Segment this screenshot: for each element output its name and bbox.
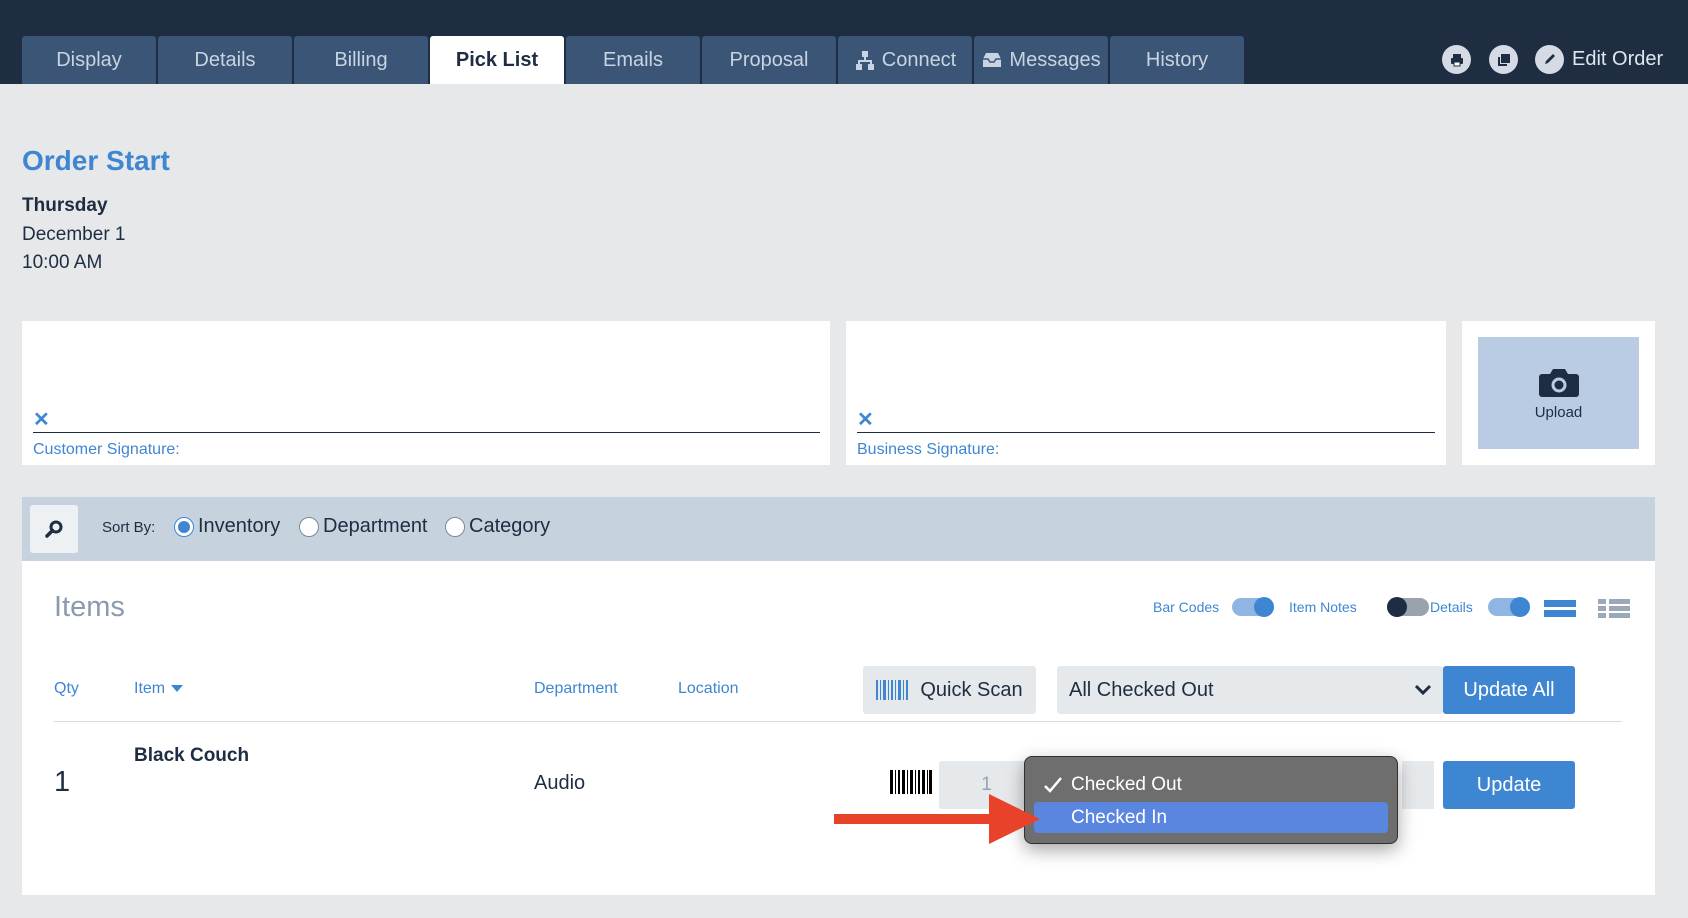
radio-label: Inventory bbox=[198, 515, 281, 537]
order-date: December 1 bbox=[22, 224, 126, 245]
bar-codes-label: Bar Codes bbox=[1153, 599, 1220, 615]
tab-label: Pick List bbox=[455, 48, 539, 71]
sort-by-label: Sort By: bbox=[102, 519, 156, 536]
search-button[interactable] bbox=[30, 505, 78, 553]
item-notes-toggle[interactable] bbox=[1387, 597, 1429, 617]
filter-bar: Sort By: Inventory Department Category bbox=[22, 497, 1655, 561]
radio-unselected-icon bbox=[445, 516, 465, 537]
barcode-icon bbox=[876, 680, 909, 700]
upload-panel: Upload bbox=[1462, 321, 1655, 465]
edit-order-label: Edit Order bbox=[1572, 47, 1664, 70]
camera-icon bbox=[1538, 368, 1579, 397]
tab-label: Billing bbox=[334, 48, 388, 71]
update-label: Update bbox=[1476, 773, 1542, 796]
business-signature-label: Business Signature: bbox=[857, 441, 1000, 458]
tab-emails[interactable]: Emails bbox=[566, 36, 700, 84]
tab-connect[interactable]: Connect bbox=[838, 36, 972, 84]
department-column-header: Department bbox=[534, 680, 618, 697]
tab-label: Details bbox=[194, 48, 256, 71]
radio-label: Category bbox=[469, 515, 551, 537]
dropdown-option-checked-out[interactable]: Checked Out bbox=[1034, 769, 1388, 800]
search-icon bbox=[45, 520, 63, 538]
qty-column-header: Qty bbox=[54, 680, 79, 697]
customer-signature-label: Customer Signature: bbox=[33, 441, 180, 458]
sort-inventory-radio[interactable]: Inventory bbox=[174, 515, 280, 538]
sort-category-radio[interactable]: Category bbox=[445, 515, 550, 538]
tab-proposal[interactable]: Proposal bbox=[702, 36, 836, 84]
sort-caret-icon bbox=[171, 685, 184, 693]
update-button[interactable]: Update bbox=[1443, 761, 1575, 809]
quick-scan-button[interactable]: Quick Scan bbox=[863, 666, 1036, 714]
business-signature-pad[interactable]: ✕ Business Signature: bbox=[846, 321, 1446, 465]
copy-button[interactable] bbox=[1489, 45, 1518, 74]
tab-billing[interactable]: Billing bbox=[294, 36, 428, 84]
copy-icon bbox=[1497, 53, 1510, 66]
customer-signature-pad[interactable]: ✕ Customer Signature: bbox=[22, 321, 830, 465]
tab-label: Display bbox=[56, 48, 122, 71]
option-label: Checked In bbox=[1071, 806, 1168, 828]
tab-messages[interactable]: Messages bbox=[974, 36, 1108, 84]
sort-department-radio[interactable]: Department bbox=[299, 515, 428, 538]
pencil-icon bbox=[1535, 44, 1564, 74]
order-start-title: Order Start bbox=[22, 145, 170, 176]
details-toggle[interactable] bbox=[1488, 597, 1530, 617]
toggle-knob bbox=[1254, 597, 1274, 617]
status-select-value: All Checked Out bbox=[1069, 678, 1214, 701]
tab-label: Messages bbox=[1009, 48, 1101, 71]
toggle-knob bbox=[1387, 597, 1407, 617]
radio-label: Department bbox=[323, 515, 428, 537]
tab-details[interactable]: Details bbox=[158, 36, 292, 84]
compact-list-icon[interactable] bbox=[1598, 598, 1630, 618]
order-time: 10:00 AM bbox=[22, 252, 103, 273]
edit-order-button[interactable]: Edit Order bbox=[1535, 44, 1663, 74]
row-item-name: Black Couch bbox=[134, 745, 250, 766]
update-all-label: Update All bbox=[1463, 678, 1555, 701]
items-title: Items bbox=[54, 591, 125, 623]
upload-label: Upload bbox=[1534, 403, 1583, 421]
item-notes-label: Item Notes bbox=[1289, 599, 1357, 615]
item-column-header[interactable]: Item bbox=[134, 680, 184, 698]
update-all-button[interactable]: Update All bbox=[1443, 666, 1575, 714]
row-qty: 1 bbox=[54, 766, 71, 798]
header-divider bbox=[54, 721, 1622, 722]
row-department: Audio bbox=[534, 772, 586, 794]
bar-codes-toggle[interactable] bbox=[1232, 597, 1274, 617]
connect-icon bbox=[855, 51, 874, 70]
option-label: Checked Out bbox=[1071, 773, 1182, 795]
item-column-label: Item bbox=[134, 680, 166, 697]
list-view-icon[interactable] bbox=[1544, 598, 1576, 618]
toggle-knob bbox=[1510, 597, 1530, 617]
clear-business-signature-icon[interactable]: ✕ bbox=[857, 407, 874, 432]
tab-history[interactable]: History bbox=[1110, 36, 1244, 84]
tab-label: History bbox=[1145, 48, 1209, 71]
upload-button[interactable]: Upload bbox=[1478, 337, 1639, 449]
tab-display[interactable]: Display bbox=[22, 36, 156, 84]
radio-selected-icon bbox=[174, 516, 194, 537]
print-icon bbox=[1450, 53, 1463, 66]
quick-scan-label: Quick Scan bbox=[920, 678, 1023, 701]
top-nav-bar: Display Details Billing Pick List Emails… bbox=[0, 0, 1688, 84]
signature-line bbox=[857, 432, 1435, 433]
dropdown-option-checked-in[interactable]: Checked In bbox=[1034, 802, 1388, 833]
tab-label: Connect bbox=[881, 48, 957, 71]
row-status-select[interactable] bbox=[1402, 761, 1434, 809]
chevron-down-icon bbox=[1414, 684, 1432, 696]
tab-pick-list[interactable]: Pick List bbox=[430, 36, 564, 84]
tab-label: Proposal bbox=[729, 48, 809, 71]
tab-label: Emails bbox=[602, 48, 663, 71]
status-select[interactable]: All Checked Out bbox=[1057, 666, 1443, 714]
print-button[interactable] bbox=[1442, 45, 1471, 74]
location-column-header: Location bbox=[678, 680, 739, 697]
status-dropdown-menu: Checked Out Checked In bbox=[1024, 756, 1398, 844]
red-arrow-annotation bbox=[834, 794, 1040, 844]
details-label: Details bbox=[1430, 599, 1473, 615]
inbox-icon bbox=[983, 53, 1002, 67]
radio-unselected-icon bbox=[299, 516, 319, 537]
order-day: Thursday bbox=[22, 195, 108, 216]
clear-customer-signature-icon[interactable]: ✕ bbox=[33, 407, 50, 432]
signature-line bbox=[33, 432, 820, 433]
